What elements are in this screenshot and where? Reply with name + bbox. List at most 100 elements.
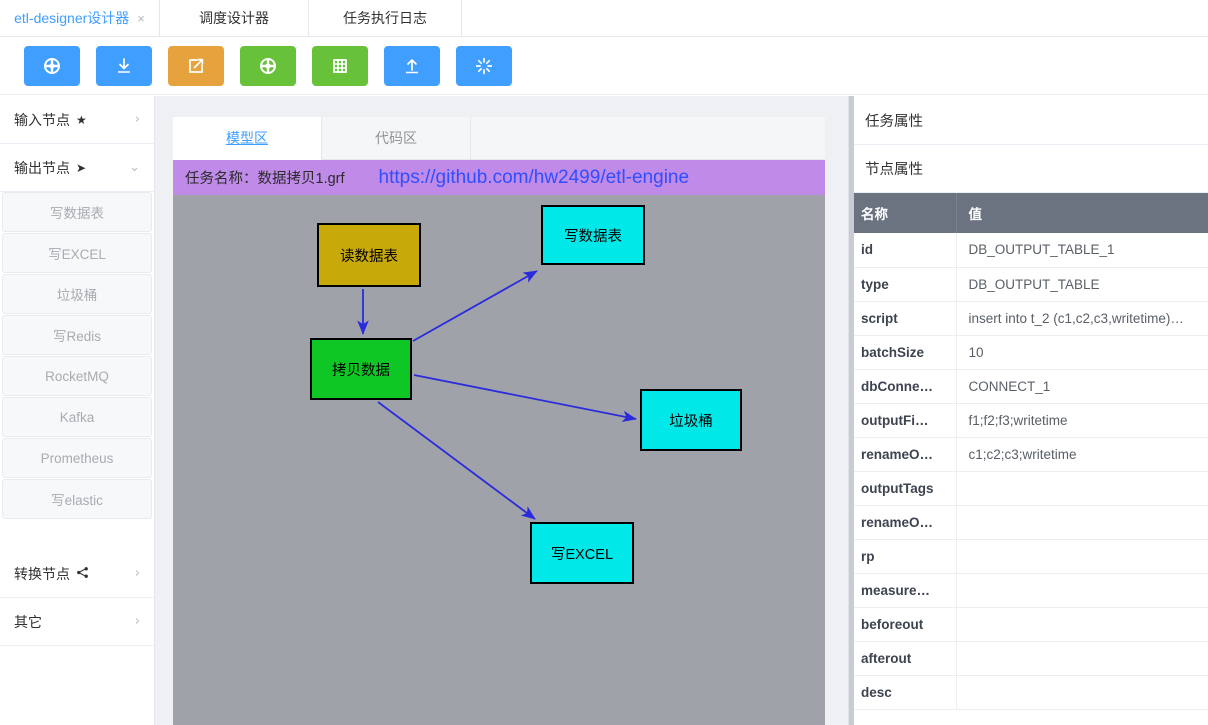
property-value[interactable] [956, 675, 1208, 710]
tab-code-area[interactable]: 代码区 [322, 117, 471, 159]
table-header-row: 名称 值 [849, 193, 1208, 233]
output-node-list: 写数据表 写EXCEL 垃圾桶 写Redis RocketMQ Kafka Pr… [0, 192, 154, 519]
chevron-right-icon: › [134, 112, 140, 127]
property-value[interactable] [956, 505, 1208, 540]
table-row[interactable]: beforeout [849, 607, 1208, 642]
tab-etl-designer[interactable]: etl-designer设计器 × [0, 0, 160, 36]
flow-node-write-table[interactable]: 写数据表 [541, 205, 645, 265]
property-name: rp [849, 539, 957, 574]
new-button[interactable] [24, 45, 80, 86]
tab-label: 任务执行日志 [343, 10, 427, 26]
list-item[interactable]: 写elastic [2, 479, 152, 519]
property-value[interactable] [956, 641, 1208, 676]
properties-panel: 任务属性 节点属性 名称 值 id DB_OUTPUT_TABLE_1 type D… [848, 96, 1208, 725]
property-name: type [849, 267, 957, 302]
table-row[interactable]: renameO… c1;c2;c3;writetime [849, 437, 1208, 472]
table-row[interactable]: measure… [849, 573, 1208, 608]
property-value[interactable] [956, 573, 1208, 608]
property-name: renameO… [849, 437, 957, 472]
property-value[interactable]: c1;c2;c3;writetime [956, 437, 1208, 472]
table-row[interactable]: outputTags [849, 471, 1208, 506]
task-name: 任务名称：数据拷贝1.grf [185, 167, 345, 188]
property-name: beforeout [849, 607, 957, 642]
task-properties-header[interactable]: 任务属性 [849, 96, 1208, 145]
subtab-filler [471, 117, 825, 159]
list-item[interactable]: 写Redis [2, 315, 152, 355]
table-row[interactable]: dbConne… CONNECT_1 [849, 369, 1208, 404]
list-item[interactable]: Kafka [2, 397, 152, 437]
new-circle-icon [42, 56, 62, 76]
table-row[interactable]: desc [849, 675, 1208, 710]
flow-node-label: 拷贝数据 [332, 362, 390, 379]
table-row[interactable]: outputFi… f1;f2;f3;writetime [849, 403, 1208, 438]
property-value[interactable]: 10 [956, 335, 1208, 370]
property-value[interactable]: insert into t_2 (c1,c2,c3,writetime)… [956, 301, 1208, 336]
sidebar-group-output-nodes[interactable]: 输出节点 ➤ ⌄ [0, 144, 154, 192]
table-row[interactable]: rp [849, 539, 1208, 574]
flow-node-trash-bin[interactable]: 垃圾桶 [640, 389, 742, 451]
tab-task-execution-log[interactable]: 任务执行日志 [309, 0, 462, 36]
upload-button[interactable] [384, 45, 440, 86]
run-button[interactable] [456, 45, 512, 86]
table-row[interactable]: type DB_OUTPUT_TABLE [849, 267, 1208, 302]
add-node-button[interactable] [240, 45, 296, 86]
star-icon: ★ [76, 112, 87, 127]
flow-node-write-excel[interactable]: 写EXCEL [530, 522, 634, 584]
property-value[interactable]: CONNECT_1 [956, 369, 1208, 404]
list-item[interactable]: 写EXCEL [2, 233, 152, 273]
close-icon[interactable]: × [137, 12, 145, 25]
property-name: outputTags [849, 471, 957, 506]
list-item[interactable]: Prometheus [2, 438, 152, 478]
sidebar-group-input-nodes[interactable]: 输入节点 ★ › [0, 96, 154, 144]
task-banner: 任务名称：数据拷贝1.grf https://github.com/hw2499… [173, 160, 825, 195]
edit-button[interactable] [168, 45, 224, 86]
node-properties-header[interactable]: 节点属性 [849, 145, 1208, 193]
tab-scheduler-designer[interactable]: 调度设计器 [160, 0, 309, 36]
grid-table-icon [330, 56, 350, 76]
property-name: desc [849, 675, 957, 710]
tab-bar-filler [462, 0, 1208, 36]
property-value[interactable] [956, 607, 1208, 642]
flow-node-read-table[interactable]: 读数据表 [317, 223, 421, 287]
project-url-link[interactable]: https://github.com/hw2499/etl-engine [379, 167, 690, 189]
flow-edges [357, 270, 637, 520]
column-header-value: 值 [956, 193, 1208, 233]
table-row[interactable]: renameO… [849, 505, 1208, 540]
sidebar-spacer [0, 520, 154, 550]
table-row[interactable]: script insert into t_2 (c1,c2,c3,writetim… [849, 301, 1208, 336]
upload-icon [402, 56, 422, 76]
sidebar-group-transform-nodes[interactable]: 转换节点 › [0, 550, 154, 598]
sidebar-group-others[interactable]: 其它 › [0, 598, 154, 646]
flow-node-copy-data[interactable]: 拷贝数据 [310, 338, 412, 400]
download-button[interactable] [96, 45, 152, 86]
property-value[interactable]: f1;f2;f3;writetime [956, 403, 1208, 438]
table-row[interactable]: batchSize 10 [849, 335, 1208, 370]
property-name: batchSize [849, 335, 957, 370]
table-row[interactable]: id DB_OUTPUT_TABLE_1 [849, 233, 1208, 268]
node-palette-sidebar: 输入节点 ★ › 输出节点 ➤ ⌄ 写数据表 写EXCEL 垃圾桶 写Redis… [0, 96, 155, 725]
share-nodes-icon [76, 566, 89, 581]
table-row[interactable]: afterout [849, 641, 1208, 676]
paper-plane-icon: ➤ [76, 160, 87, 175]
panel-scrollbar[interactable] [849, 96, 854, 725]
property-name: afterout [849, 641, 957, 676]
toolbar [0, 37, 1208, 95]
list-item[interactable]: RocketMQ [2, 356, 152, 396]
flow-graph-canvas[interactable]: 读数据表 拷贝数据 写数据表 垃圾桶 写EXCEL [173, 195, 825, 725]
tab-model-area[interactable]: 模型区 [173, 117, 322, 160]
property-value[interactable] [956, 471, 1208, 506]
tab-label: 调度设计器 [199, 10, 269, 26]
property-value[interactable]: DB_OUTPUT_TABLE [956, 267, 1208, 302]
property-value[interactable]: DB_OUTPUT_TABLE_1 [956, 233, 1208, 268]
properties-table: 名称 值 id DB_OUTPUT_TABLE_1 type DB_OUTPUT_T… [849, 193, 1208, 710]
property-name: renameO… [849, 505, 957, 540]
add-circle-icon [258, 56, 278, 76]
list-item[interactable]: 垃圾桶 [2, 274, 152, 314]
tab-label: etl-designer设计器 [14, 10, 130, 26]
task-name-value: 数据拷贝1.grf [257, 171, 345, 187]
grid-button[interactable] [312, 45, 368, 86]
property-name: id [849, 233, 957, 268]
property-value[interactable] [956, 539, 1208, 574]
property-name: measure… [849, 573, 957, 608]
list-item[interactable]: 写数据表 [2, 192, 152, 232]
